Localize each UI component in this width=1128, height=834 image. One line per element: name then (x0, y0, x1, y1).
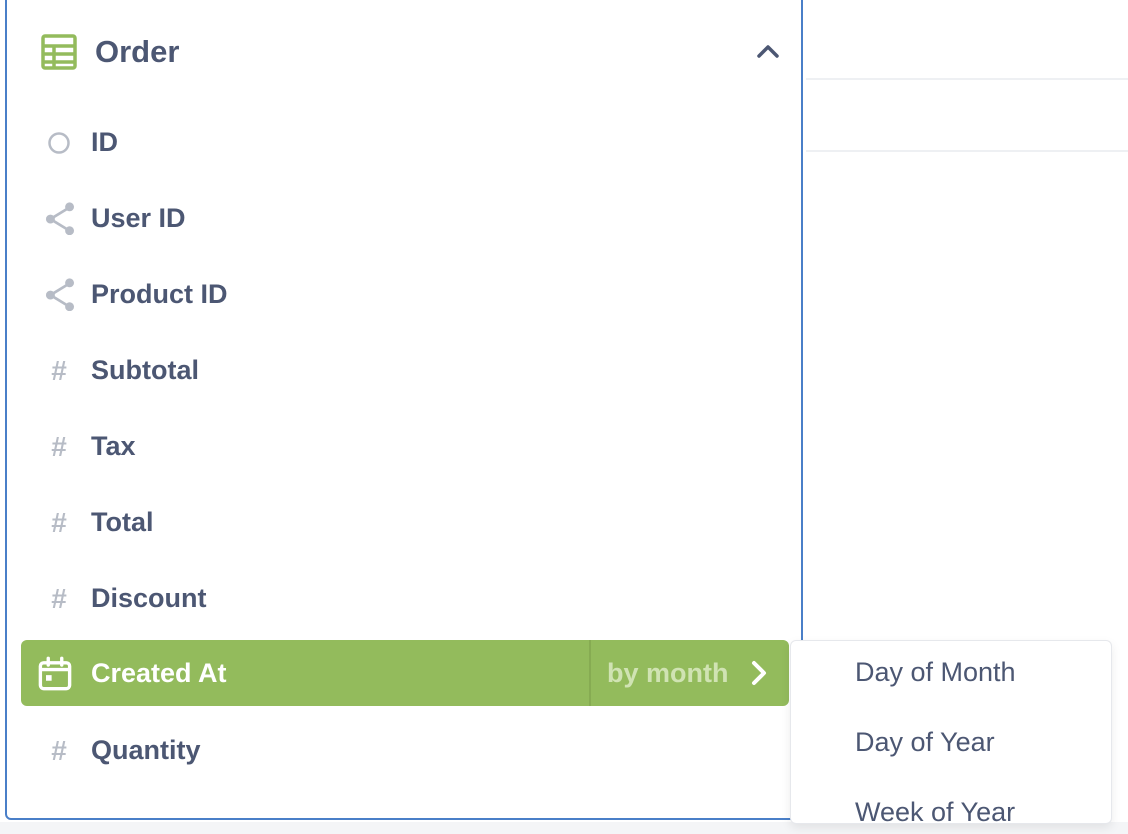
field-item-created-at[interactable]: Created At by month (21, 640, 789, 706)
field-label: Subtotal (91, 355, 199, 385)
field-label: User ID (91, 203, 186, 233)
hash-icon: # (51, 735, 67, 766)
field-item-user-id[interactable]: User ID (21, 185, 789, 251)
table-title: Order (95, 34, 180, 69)
field-label: Created At (91, 658, 227, 688)
field-item-discount[interactable]: # Discount (21, 565, 789, 631)
calendar-icon (38, 656, 72, 691)
table-header[interactable]: Order (41, 32, 781, 72)
connections-icon (45, 202, 75, 235)
divider (589, 640, 591, 706)
field-item-subtotal[interactable]: # Subtotal (21, 337, 789, 403)
field-item-id[interactable]: ID (21, 109, 789, 175)
submenu-item-day-of-year[interactable]: Day of Year (855, 724, 995, 760)
table-icon (41, 34, 77, 70)
field-item-quantity[interactable]: # Quantity (21, 717, 789, 783)
hash-icon: # (51, 355, 67, 386)
field-label: Product ID (91, 279, 228, 309)
connections-icon (45, 278, 75, 311)
field-item-tax[interactable]: # Tax (21, 413, 789, 479)
background-divider (806, 78, 1128, 80)
chevron-up-icon[interactable] (755, 38, 781, 64)
field-label: Quantity (91, 735, 201, 765)
field-label: Total (91, 507, 154, 537)
circle-icon (48, 132, 70, 154)
submenu-item-week-of-year[interactable]: Week of Year (855, 794, 1015, 823)
submenu-item-day-of-month[interactable]: Day of Month (855, 654, 1016, 690)
chevron-right-icon[interactable] (747, 659, 771, 687)
hash-icon: # (51, 507, 67, 538)
temporal-bucket-submenu: Day of Month Day of Year Week of Year (790, 640, 1112, 824)
temporal-bucket-button[interactable]: by month (607, 654, 729, 692)
hash-icon: # (51, 583, 67, 614)
field-picker-popover: Order ID User ID Product ID # Subtotal #… (5, 0, 803, 820)
field-label: Tax (91, 431, 136, 461)
field-label: Discount (91, 583, 207, 613)
field-item-product-id[interactable]: Product ID (21, 261, 789, 327)
hash-icon: # (51, 431, 67, 462)
field-item-total[interactable]: # Total (21, 489, 789, 555)
background-divider (806, 150, 1128, 152)
field-label: ID (91, 127, 118, 157)
